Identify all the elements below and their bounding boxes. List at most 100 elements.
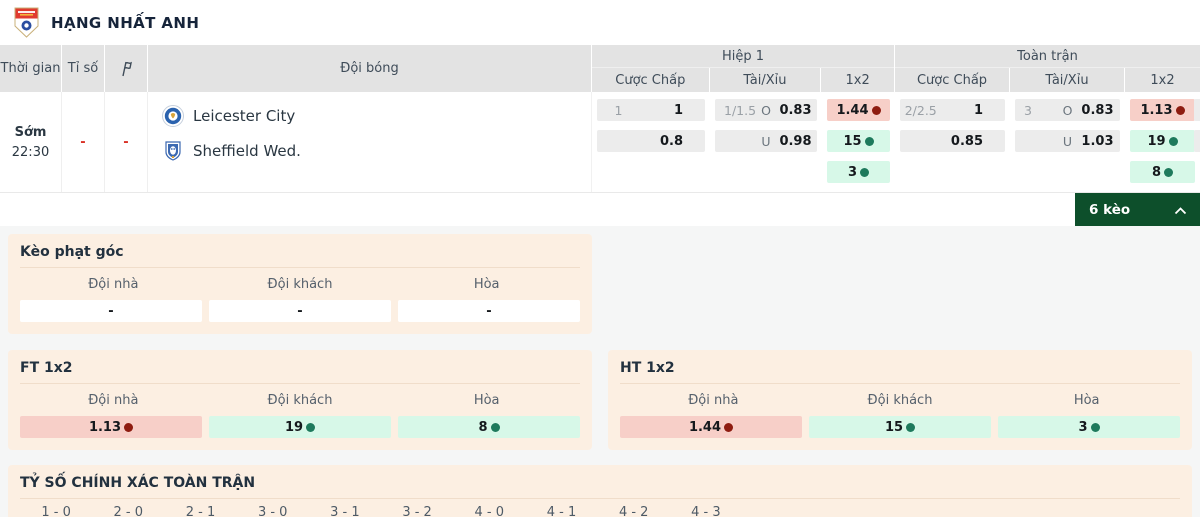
score-cell: 4 - 1 - [525,503,597,517]
ht-away-odds[interactable]: 15 [809,416,991,438]
home-team-badge-icon [162,105,184,127]
col-label-away: Đội khách [867,393,933,408]
trend-down-dot [1175,105,1185,115]
odds-value: 15 [884,419,904,435]
half1-1x2-away-odds[interactable]: 15 [827,130,890,152]
col-header-time: Thời gian [0,45,62,92]
match-corner-cell: - [105,92,148,192]
away-team-badge-icon [162,140,184,162]
trend-down-dot [124,422,134,432]
half1-handicap-odds-1[interactable]: 1 1 [597,99,705,121]
half1-handicap-column: 1 1 0.8 [592,99,710,192]
match-teams-cell[interactable]: Leicester City Sheffield Wed. [148,92,592,192]
score-cell: 2 - 1 - [164,503,236,517]
trend-up-dot [1090,422,1100,432]
over-indicator: O [761,102,771,118]
odds-value: 15 [843,133,862,149]
handicap-odds: 0.8 [659,133,683,149]
corner-draw-odds[interactable]: - [398,300,580,322]
home-team-row[interactable]: Leicester City [162,105,591,127]
score-label: 1 - 0 [41,505,71,517]
away-team-row[interactable]: Sheffield Wed. [162,140,591,162]
score-cell: 3 - 1 - [309,503,381,517]
full-handicap-odds-1[interactable]: 2/2.5 1 [900,99,1005,121]
full-1x2-away-odds[interactable]: 19 [1130,130,1195,152]
ft-draw-odds[interactable]: 8 [398,416,580,438]
half1-over-odds[interactable]: 1/1.5 O 0.83 [715,99,817,121]
trend-up-dot [1168,136,1178,146]
over-indicator: O [1062,102,1073,118]
handicap-odds: 0.85 [950,133,983,149]
col-header-teams: Đội bóng [148,45,592,92]
half1-1x2-draw-odds[interactable]: 3 [827,161,890,183]
score-label: 2 - 0 [113,505,144,517]
col-header-score: Tỉ số [62,45,105,92]
full-over-odds[interactable]: 3 O 0.83 [1015,99,1120,121]
full-overunder-column: 3 O 0.83 U 1.03 [1010,99,1125,192]
under-indicator: U [1062,133,1073,149]
col-group-fulltime: Toàn trận Cược Chấp Tài/Xỉu 1x2 [895,45,1200,92]
col-label-draw: Hòa [1073,393,1100,408]
subcol-half1-1x2: 1x2 [845,72,870,88]
full-1x2-draw-odds[interactable]: 8 [1130,161,1195,183]
correct-score-home-block: 1 - 0 - 2 - 0 - 2 - 1 - [20,503,742,517]
half1-1x2-home-odds[interactable]: 1.44 [827,99,890,121]
trend-up-dot [1164,167,1174,177]
col-label-draw: Hòa [473,277,500,292]
ft-away-odds[interactable]: 19 [209,416,391,438]
betting-page: HẠNG NHẤT ANH Thời gian Tỉ số Đội bóng H… [0,0,1200,517]
odds-value: 1.44 [688,419,722,435]
home-score-grid: 1 - 0 - 2 - 0 - 2 - 1 - [20,503,742,517]
over-odds: 0.83 [1081,102,1114,118]
ht-draw-odds[interactable]: 3 [998,416,1180,438]
more-bets-label: 6 kèo [1089,201,1131,218]
corner-flag-icon [119,61,133,77]
subcol-half1-handicap: Cược Chấp [592,68,710,92]
col-label-home: Đội nhà [88,277,139,292]
fulltime-odds-group: 2/2.5 1 0.85 3 O 0.83 U 1.03 1.13 19 8 [895,92,1200,192]
score-label: 4 - 0 [474,505,505,517]
full-under-odds[interactable]: U 1.03 [1015,130,1120,152]
bet-sections: Kèo phạt góc Đội nhà Đội khách Hòa - - -… [0,226,1200,517]
half1-under-odds[interactable]: U 0.98 [715,130,817,152]
more-bets-button[interactable]: 6 kèo [1075,193,1200,226]
section-title: HT 1x2 [620,360,1180,384]
score-label: 3 - 0 [257,505,288,517]
subcol-full-1x2: 1x2 [1150,72,1175,88]
half1-overunder-column: 1/1.5 O 0.83 U 0.98 [710,99,822,192]
subcol-half1-overunder: Tài/Xỉu [710,68,822,92]
trend-up-dot [860,167,870,177]
subcol-full-handicap: Cược Chấp [895,68,1010,92]
ht-home-odds[interactable]: 1.44 [620,416,802,438]
half1-handicap-odds-2[interactable]: 0.8 [597,130,705,152]
more-bets-row: 6 kèo [0,193,1200,226]
col-label-away: Đội khách [267,393,333,408]
odds-value: 3 [847,164,858,180]
score-cell: 2 - 0 - [92,503,164,517]
col-header-corner [105,45,148,92]
corner-home-odds[interactable]: - [20,300,202,322]
ft-home-odds[interactable]: 1.13 [20,416,202,438]
trend-down-dot [724,422,734,432]
full-handicap-odds-2[interactable]: 0.85 [900,130,1005,152]
full-1x2-home-odds[interactable]: 1.13 [1130,99,1195,121]
col-label-away: Đội khách [267,277,333,292]
col-label-home: Đội nhà [688,393,739,408]
score-cell: 3 - 0 - [237,503,309,517]
handicap-line: 1 [614,102,623,118]
odds-value: 1.44 [836,102,869,118]
corner-kicks-card: Kèo phạt góc Đội nhà Đội khách Hòa - - - [8,234,592,334]
under-odds: 0.98 [779,133,812,149]
match-score-cell: - [62,92,105,192]
odds-value: 1.13 [1140,102,1173,118]
full-handicap-column: 2/2.5 1 0.85 [895,99,1010,192]
corner-away-odds[interactable]: - [209,300,391,322]
trend-up-dot [490,422,500,432]
handicap-odds: 1 [673,102,683,118]
score-cell: 4 - 2 - [598,503,670,517]
section-title: Kèo phạt góc [20,244,580,268]
correct-score-card: TỶ SỐ CHÍNH XÁC TOÀN TRẬN 1 - 0 - 2 - 0 [8,465,1192,517]
handicap-line: 2/2.5 [904,102,937,118]
col-label-draw: Hòa [473,393,500,408]
full-1x2-column: 1.13 19 8 [1125,99,1200,192]
